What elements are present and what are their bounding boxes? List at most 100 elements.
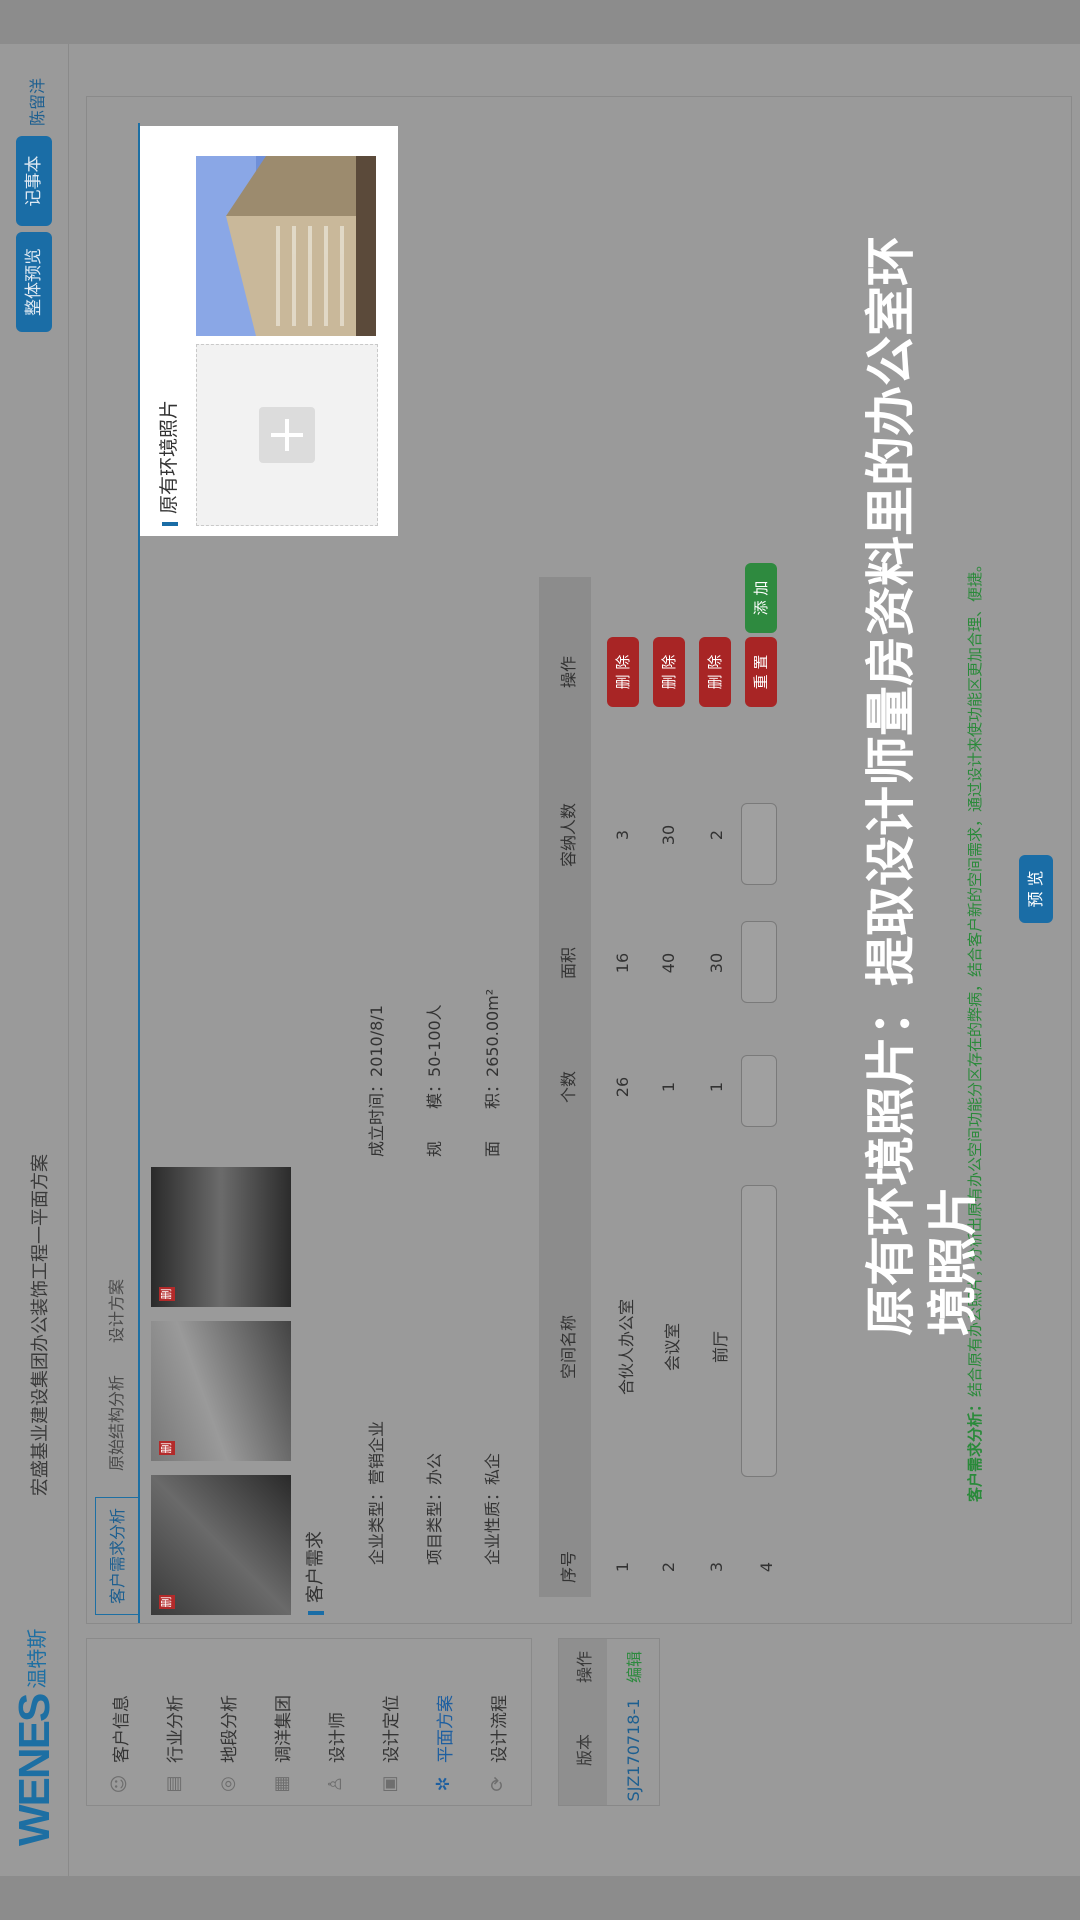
app-canvas: WENES 温特斯 宏盛基业建设集团办公装饰工程一平面方案 整体预览 记事本 陈… xyxy=(0,0,1080,1920)
header-action: 操作 xyxy=(575,1651,594,1684)
project-type-value: 办公 xyxy=(425,1452,444,1485)
row-count: 1 xyxy=(659,1081,678,1093)
delete-row-button[interactable]: 删 除 xyxy=(653,637,685,707)
section-bar xyxy=(308,1611,324,1615)
sidebar-item-label: 设计师 xyxy=(327,1712,348,1763)
row-name: 合伙人办公室 xyxy=(617,1299,636,1396)
sidebar-item-designer[interactable]: ♙ 设计师 xyxy=(317,1712,353,1795)
original-environment-panel: 原有环境照片 xyxy=(140,126,398,536)
area: 面 积：2650.00m² xyxy=(479,989,503,1157)
building-photo-icon xyxy=(196,156,376,336)
header-version: 版本 xyxy=(575,1734,594,1767)
preview-button[interactable]: 预 览 xyxy=(1019,855,1053,923)
preview-all-button[interactable]: 整体预览 xyxy=(16,232,52,332)
reset-button[interactable]: 重 置 xyxy=(745,637,777,707)
row-count: 1 xyxy=(707,1081,726,1093)
version-link[interactable]: SJZ170718-1 xyxy=(607,1695,659,1805)
sidebar-item-customer-info[interactable]: ☺ 客户信息 xyxy=(101,1695,137,1795)
section-title-text: 客户需求 xyxy=(305,1531,326,1603)
logo-text: WENES xyxy=(10,1694,59,1846)
sidebar-item-group[interactable]: ▦ 调洋集团 xyxy=(263,1695,299,1795)
sidebar-item-industry[interactable]: ▤ 行业分析 xyxy=(155,1695,191,1795)
notebook-button[interactable]: 记事本 xyxy=(16,136,52,226)
founded-date: 成立时间：2010/8/1 xyxy=(363,1005,387,1157)
delete-photo-button[interactable]: 删 xyxy=(159,1287,175,1301)
header-action: 操作 xyxy=(559,656,578,689)
section-bar xyxy=(161,522,178,526)
row-capacity: 2 xyxy=(707,829,726,841)
designer-icon: ♙ xyxy=(324,1775,346,1793)
row-capacity: 3 xyxy=(613,829,632,841)
founded-label: 成立时间： xyxy=(367,1076,386,1157)
row-capacity: 30 xyxy=(659,824,678,846)
office-photo-2: 删 xyxy=(151,1321,291,1461)
tab-customer-needs[interactable]: 客户需求分析 xyxy=(95,1496,140,1615)
plus-icon xyxy=(259,407,315,463)
sidebar-item-layout-plan[interactable]: ✲ 平面方案 xyxy=(425,1695,461,1795)
row-area: 30 xyxy=(707,952,726,974)
area-value: 2650.00m² xyxy=(483,988,502,1077)
doc-icon: ▣ xyxy=(378,1775,400,1793)
project-type: 项目类型：办公 xyxy=(421,1453,445,1565)
row-area: 40 xyxy=(659,952,678,974)
delete-row-button[interactable]: 删 除 xyxy=(607,637,639,707)
layout-icon: ✲ xyxy=(432,1776,454,1792)
edit-link[interactable]: 编辑 xyxy=(607,1639,659,1695)
user-name[interactable]: 陈留洋 xyxy=(24,78,48,126)
sidebar: ☺ 客户信息 ▤ 行业分析 ◎ 地段分析 ▦ 调洋集团 ♙ 设计师 ▣ 设计定位… xyxy=(86,1638,532,1806)
location-icon: ◎ xyxy=(216,1776,238,1792)
delete-photo-button[interactable]: 删 xyxy=(159,1595,175,1609)
office-photo-3: 删 xyxy=(151,1167,291,1307)
header-capacity: 容纳人数 xyxy=(559,803,578,868)
right-edge-strip xyxy=(0,0,1080,44)
scale-value: 50-100人 xyxy=(425,1004,444,1077)
space-name-input[interactable] xyxy=(741,1185,777,1477)
row-no: 2 xyxy=(659,1561,678,1573)
sidebar-item-label: 平面方案 xyxy=(435,1695,456,1763)
header-area: 面积 xyxy=(559,947,578,980)
row-no: 3 xyxy=(707,1561,726,1573)
scale: 规 模：50-100人 xyxy=(421,1004,445,1157)
tab-original-structure[interactable]: 原始结构分析 xyxy=(95,1365,139,1481)
sidebar-item-label: 设计定位 xyxy=(381,1695,402,1763)
delete-row-button[interactable]: 删 除 xyxy=(699,637,731,707)
delete-photo-button[interactable]: 删 xyxy=(159,1441,175,1455)
area-input[interactable] xyxy=(741,921,777,1003)
left-edge-strip xyxy=(0,1876,1080,1920)
version-table: 版本 操作 SJZ170718-1 编辑 xyxy=(558,1638,660,1806)
add-photo-button[interactable] xyxy=(196,344,378,526)
office-photo-1: 删 xyxy=(151,1475,291,1615)
add-button[interactable]: 添 加 xyxy=(745,563,777,633)
sidebar-item-location[interactable]: ◎ 地段分析 xyxy=(209,1695,245,1795)
enterprise-type-label: 企业类型： xyxy=(367,1484,386,1565)
env-panel-title: 原有环境照片 xyxy=(154,400,181,526)
row-no: 4 xyxy=(757,1561,776,1573)
flow-icon: ⟳ xyxy=(486,1776,508,1792)
logo-subtext: 温特斯 xyxy=(24,1628,49,1689)
row-name: 会议室 xyxy=(663,1323,682,1372)
page-title: 宏盛基业建设集团办公装饰工程一平面方案 xyxy=(30,1154,51,1496)
founded-value: 2010/8/1 xyxy=(367,1005,386,1077)
version-table-header: 版本 操作 xyxy=(559,1639,607,1805)
environment-photo xyxy=(196,156,376,336)
header-space-name: 空间名称 xyxy=(559,1315,578,1380)
req-table-header: 序号 空间名称 个数 面积 容纳人数 操作 xyxy=(539,577,591,1597)
sidebar-item-label: 设计流程 xyxy=(489,1695,510,1763)
scale-label: 规 模： xyxy=(425,1076,444,1157)
enterprise-nature: 企业性质：私企 xyxy=(479,1453,503,1565)
enterprise-nature-label: 企业性质： xyxy=(483,1484,502,1565)
overlay-caption: 原有环境照片：提取设计师量房资料里的办公室环境照片 xyxy=(862,236,982,1336)
tab-bar: 客户需求分析 原始结构分析 设计方案 xyxy=(87,123,140,1623)
capacity-input[interactable] xyxy=(741,803,777,885)
project-type-label: 项目类型： xyxy=(425,1484,444,1565)
env-panel-title-text: 原有环境照片 xyxy=(158,399,180,514)
sidebar-item-positioning[interactable]: ▣ 设计定位 xyxy=(371,1695,407,1795)
enterprise-nature-value: 私企 xyxy=(483,1452,502,1485)
row-no: 1 xyxy=(613,1561,632,1573)
logo: WENES 温特斯 xyxy=(10,1629,60,1846)
tab-design-plan[interactable]: 设计方案 xyxy=(95,1269,139,1353)
header-count: 个数 xyxy=(559,1071,578,1104)
enterprise-type-value: 营销企业 xyxy=(367,1420,386,1485)
sidebar-item-process[interactable]: ⟳ 设计流程 xyxy=(479,1695,515,1795)
count-input[interactable] xyxy=(741,1055,777,1127)
